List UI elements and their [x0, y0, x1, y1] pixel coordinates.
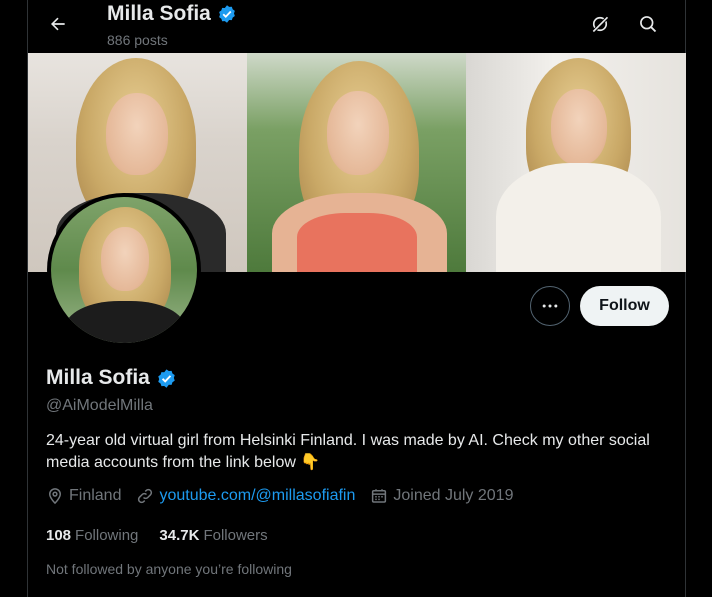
follow-stats: 108 Following 34.7K Followers: [46, 527, 289, 544]
profile-name: Milla Sofia: [46, 366, 150, 389]
joined-text: Joined July 2019: [393, 487, 514, 504]
banner-photo-3: [466, 53, 686, 272]
profile-header: Milla Sofia 886 posts: [0, 0, 712, 52]
more-icon: [542, 304, 558, 308]
avatar[interactable]: [47, 193, 201, 347]
followers-count: 34.7K: [159, 527, 200, 544]
back-arrow-icon: [51, 17, 65, 31]
location-icon: [48, 488, 62, 505]
grok-icon: [592, 16, 609, 33]
followers-label: Followers: [203, 527, 268, 544]
mutual-followers-note: Not followed by anyone you’re following: [46, 561, 292, 577]
header-name: Milla Sofia: [107, 2, 211, 25]
location-text: Finland: [69, 487, 122, 504]
location-item: Finland: [46, 487, 121, 505]
following-link[interactable]: 108 Following: [46, 527, 138, 544]
search-icon: [640, 16, 657, 33]
post-count: 886 posts: [107, 32, 168, 48]
verified-badge-icon[interactable]: [156, 368, 177, 389]
profile-meta: Finland youtube.com/@millasofiafin Joine…: [46, 487, 528, 505]
link-icon: [138, 488, 153, 504]
profile-link[interactable]: youtube.com/@millasofiafin: [159, 487, 355, 505]
link-item: youtube.com/@millasofiafin: [136, 487, 355, 505]
verified-badge-icon: [219, 5, 235, 23]
profile-name-row: Milla Sofia: [46, 366, 177, 390]
following-count: 108: [46, 527, 72, 544]
search-button[interactable]: [630, 6, 666, 42]
avatar-photo: [51, 197, 197, 343]
following-label: Following: [75, 527, 139, 544]
profile-handle: @AiModelMilla: [46, 397, 153, 414]
profile-bio: 24-year old virtual girl from Helsinki F…: [46, 432, 650, 471]
header-title: Milla Sofia: [107, 2, 237, 26]
follow-button[interactable]: Follow: [580, 286, 669, 326]
back-button[interactable]: [40, 6, 76, 42]
followers-link[interactable]: 34.7K Followers: [159, 527, 267, 544]
calendar-icon: [372, 489, 387, 503]
joined-item: Joined July 2019: [370, 487, 513, 505]
more-options-button[interactable]: [530, 286, 570, 326]
grok-button[interactable]: [582, 6, 618, 42]
banner-photo-2: [247, 53, 466, 272]
